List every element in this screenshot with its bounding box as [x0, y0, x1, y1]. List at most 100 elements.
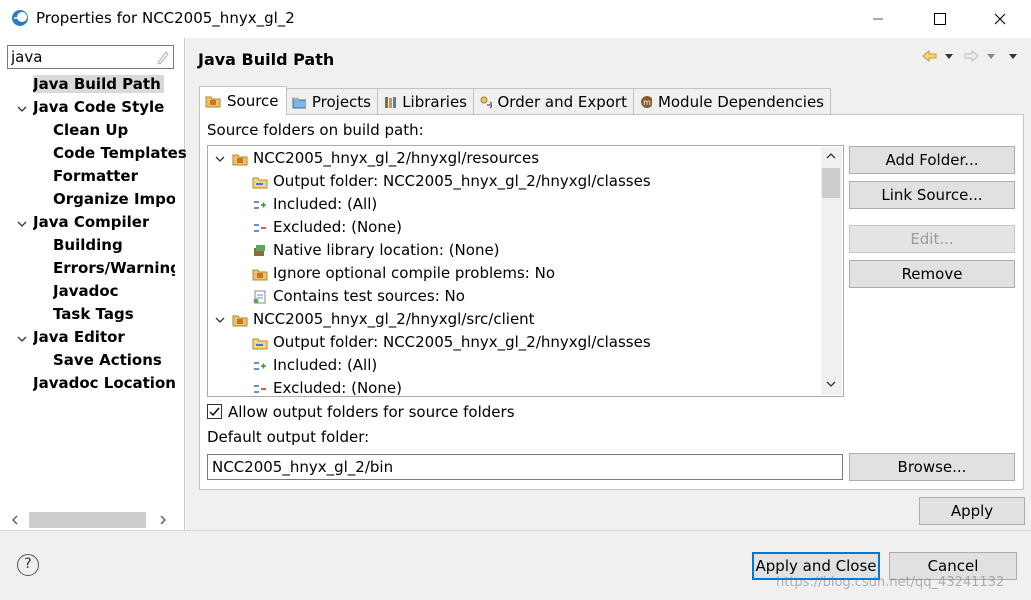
package-folder-icon [232, 315, 248, 326]
tree-row[interactable]: Excluded: (None) [252, 377, 402, 395]
sidebar-item-building[interactable]: Building [53, 234, 123, 256]
default-output-folder-label: Default output folder: [207, 428, 370, 446]
tree-row-label: Contains test sources: No [273, 287, 465, 305]
sidebar-item-java-code-style[interactable]: Java Code Style [33, 96, 164, 118]
tree-row-label: Included: (All) [273, 195, 378, 213]
source-folder-icon [205, 96, 221, 108]
chevron-down-icon[interactable] [16, 103, 28, 115]
sidebar-item-organize-imports[interactable]: Organize Imports [53, 188, 175, 210]
tab-order-and-export[interactable]: Order and Export [473, 88, 634, 114]
tree-row[interactable]: Included: (All) [252, 193, 377, 216]
window-title: Properties for NCC2005_hnyx_gl_2 [36, 9, 295, 27]
ignore-problems-icon [252, 269, 268, 280]
order-export-icon [480, 96, 492, 108]
sidebar-item-label: Code Templates [53, 144, 187, 162]
tree-row-source-folder[interactable]: NCC2005_hnyx_gl_2/hnyxgl/resources [232, 147, 539, 170]
tree-row[interactable]: Excluded: (None) [252, 216, 402, 239]
tree-row[interactable]: Contains test sources: No [252, 285, 465, 308]
tab-label: Libraries [402, 92, 467, 111]
tree-row[interactable]: Output folder: NCC2005_hnyx_gl_2/hnyxgl/… [252, 331, 651, 354]
tree-row[interactable]: Ignore optional compile problems: No [252, 262, 555, 285]
tree-row-label: Excluded: (None) [273, 218, 402, 236]
tab-module-dependencies[interactable]: m Module Dependencies [633, 88, 831, 114]
native-library-icon [254, 244, 265, 256]
chevron-down-icon[interactable] [214, 153, 226, 165]
apply-button[interactable]: Apply [919, 497, 1025, 525]
scrollbar-thumb[interactable] [29, 512, 146, 528]
help-icon[interactable]: ? [17, 554, 39, 576]
minimize-button[interactable] [855, 0, 901, 38]
allow-output-folders-checkbox[interactable] [207, 404, 222, 419]
sidebar-item-label: Javadoc Location [33, 374, 176, 392]
sidebar-item-javadoc[interactable]: Javadoc [53, 280, 119, 302]
sidebar-item-label: Javadoc [53, 282, 119, 300]
scroll-right-icon[interactable] [158, 514, 168, 526]
clear-filter-icon[interactable] [155, 49, 169, 65]
sidebar-item-label: Formatter [53, 167, 139, 185]
remove-button[interactable]: Remove [849, 260, 1015, 288]
scroll-down-icon[interactable] [825, 378, 837, 390]
svg-text:m: m [643, 98, 651, 107]
link-source-button[interactable]: Link Source... [849, 181, 1015, 209]
sidebar-item-java-editor[interactable]: Java Editor [33, 326, 125, 348]
sidebar-item-java-compiler[interactable]: Java Compiler [33, 211, 149, 233]
tree-row[interactable]: Included: (All) [252, 354, 377, 377]
tree-row-label: Output folder: NCC2005_hnyx_gl_2/hnyxgl/… [273, 333, 651, 351]
scroll-up-icon[interactable] [825, 150, 837, 162]
chevron-down-icon[interactable] [16, 218, 28, 230]
tab-label: Module Dependencies [657, 92, 824, 111]
tab-projects[interactable]: Projects [286, 88, 378, 114]
output-folder-icon [252, 338, 268, 349]
tree-row[interactable]: Output folder: NCC2005_hnyx_gl_2/hnyxgl/… [252, 170, 651, 193]
sidebar-item-java-build-path[interactable]: Java Build Path [33, 73, 164, 95]
close-button[interactable] [977, 0, 1023, 38]
libraries-icon [385, 96, 397, 108]
forward-button [963, 46, 999, 66]
sidebar-item-save-actions[interactable]: Save Actions [53, 349, 162, 371]
included-icon [254, 200, 266, 209]
sidebar-item-label: Java Build Path [33, 75, 164, 93]
tab-label: Source [227, 92, 279, 110]
forward-arrow-icon [964, 49, 995, 63]
tab-libraries[interactable]: Libraries [377, 88, 474, 114]
tree-row-source-folder[interactable]: NCC2005_hnyx_gl_2/hnyxgl/src/client [232, 308, 535, 331]
back-button[interactable] [921, 46, 955, 66]
maximize-button[interactable] [917, 0, 963, 38]
tab-source[interactable]: Source [199, 86, 287, 115]
sidebar-item-task-tags[interactable]: Task Tags [53, 303, 134, 325]
checkmark-icon [209, 407, 220, 417]
filter-input[interactable] [7, 45, 174, 69]
tab-label: Order and Export [497, 92, 628, 111]
browse-button[interactable]: Browse... [849, 453, 1015, 481]
projects-icon [292, 97, 306, 108]
sidebar-item-label: Clean Up [53, 121, 129, 139]
tree-row-label: NCC2005_hnyx_gl_2/hnyxgl/src/client [253, 310, 535, 328]
package-folder-icon [232, 154, 248, 165]
tree-row-label: Native library location: (None) [273, 241, 500, 259]
module-icon: m [641, 95, 652, 108]
tree-row[interactable]: Native library location: (None) [252, 239, 500, 262]
edit-button[interactable]: Edit... [849, 225, 1015, 253]
sidebar-item-clean-up[interactable]: Clean Up [53, 119, 128, 141]
sidebar-item-errors-warnings[interactable]: Errors/Warnings [53, 257, 175, 279]
chevron-down-icon[interactable] [16, 333, 28, 345]
sidebar-item-label: Organize Imports [53, 190, 175, 208]
excluded-icon [254, 385, 266, 393]
view-menu-button[interactable] [1007, 46, 1019, 66]
sidebar-item-label: Java Compiler [33, 213, 150, 231]
sidebar-item-code-templates[interactable]: Code Templates [53, 142, 187, 164]
tree-row-label: NCC2005_hnyx_gl_2/hnyxgl/resources [253, 149, 540, 167]
sidebar-item-formatter[interactable]: Formatter [53, 165, 138, 187]
tree-row-label: Included: (All) [273, 356, 378, 374]
tree-row-label: Output folder: NCC2005_hnyx_gl_2/hnyxgl/… [273, 172, 651, 190]
included-icon [254, 361, 266, 370]
allow-output-folders-label[interactable]: Allow output folders for source folders [228, 403, 515, 421]
sidebar-item-label: Building [53, 236, 123, 254]
tree-row-label: Ignore optional compile problems: No [273, 264, 556, 282]
scrollbar-thumb[interactable] [822, 168, 840, 198]
chevron-down-icon[interactable] [214, 314, 226, 326]
add-folder-button[interactable]: Add Folder... [849, 146, 1015, 174]
sidebar-item-javadoc-location[interactable]: Javadoc Location [33, 372, 176, 394]
default-output-folder-field[interactable] [207, 454, 843, 480]
scroll-left-icon[interactable] [10, 514, 20, 526]
